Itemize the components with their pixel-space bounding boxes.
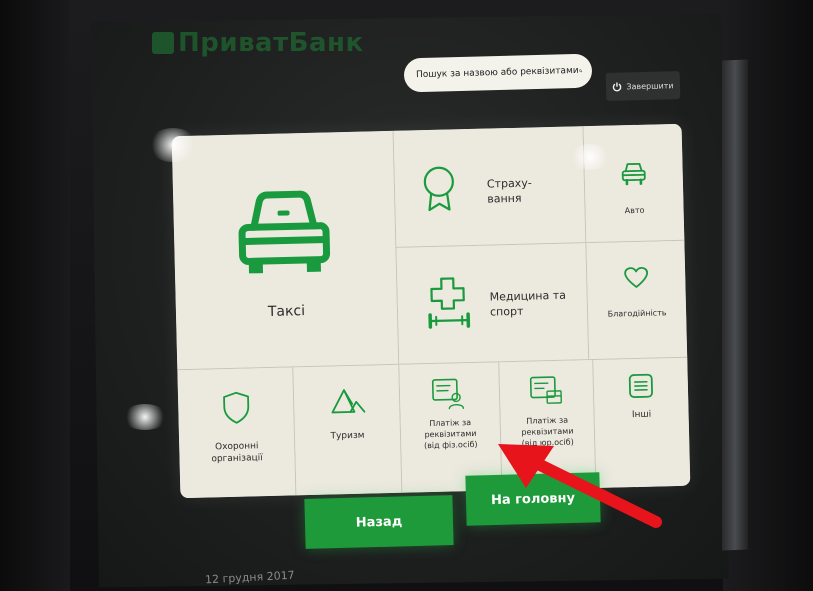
tile-tourism-label: Туризм [330, 430, 365, 442]
kiosk-bezel-left [0, 0, 70, 591]
tile-taxi[interactable]: Таксі [171, 130, 400, 371]
tile-auto[interactable]: Авто [583, 123, 685, 244]
car-small-icon [621, 162, 646, 186]
brand-name: ПриватБанк [178, 28, 364, 58]
tile-security-label-2: організації [211, 453, 263, 465]
list-icon [628, 373, 653, 398]
tile-insurance[interactable]: Страху- вання [393, 126, 587, 248]
brand-logo: ПриватБанк [152, 28, 364, 58]
document-building-icon [529, 376, 562, 404]
tile-medicine-label-1: Медицина та [489, 288, 567, 304]
search-placeholder: Пошук за назвою або реквізитами [415, 65, 579, 81]
award-medal-icon [423, 166, 454, 212]
exit-button[interactable]: Завершити [605, 71, 681, 101]
tile-charity[interactable]: Благодійність [586, 240, 688, 361]
tile-insurance-label-2: вання [487, 191, 522, 206]
bank-logo-icon [152, 32, 174, 54]
tile-other-label: Інші [631, 409, 652, 421]
red-arrow-annotation [498, 444, 662, 528]
light-glare [568, 144, 612, 170]
shield-icon [223, 391, 250, 424]
search-icon [578, 69, 582, 73]
tile-tourism[interactable]: Туризм [293, 364, 403, 496]
tile-security-orgs[interactable]: Охоронні організації [177, 367, 297, 499]
back-button[interactable]: Назад [304, 495, 454, 549]
heart-icon [624, 266, 649, 288]
tile-charity-label: Благодійність [607, 308, 667, 319]
car-icon [238, 190, 331, 274]
light-glare [148, 128, 198, 162]
medical-cross-dumbbell-icon [428, 277, 471, 329]
document-person-icon [431, 378, 465, 410]
power-icon [613, 82, 622, 92]
search-field[interactable]: Пошук за назвою або реквізитами [403, 53, 593, 93]
tile-insurance-label-1: Страху- [486, 176, 532, 191]
exit-label: Завершити [626, 80, 674, 91]
tile-auto-label: Авто [624, 205, 645, 216]
back-label: Назад [355, 513, 403, 531]
photo-frame: ПриватБанк Пошук за назвою або реквізита… [0, 0, 813, 591]
kiosk-side-rail [722, 59, 748, 551]
tile-medicine-sport[interactable]: Медицина та спорт [396, 243, 590, 365]
mountain-tent-icon [331, 389, 366, 414]
light-glare [122, 404, 168, 430]
tile-taxi-label: Таксі [267, 303, 306, 320]
tile-medicine-label-2: спорт [489, 304, 524, 319]
